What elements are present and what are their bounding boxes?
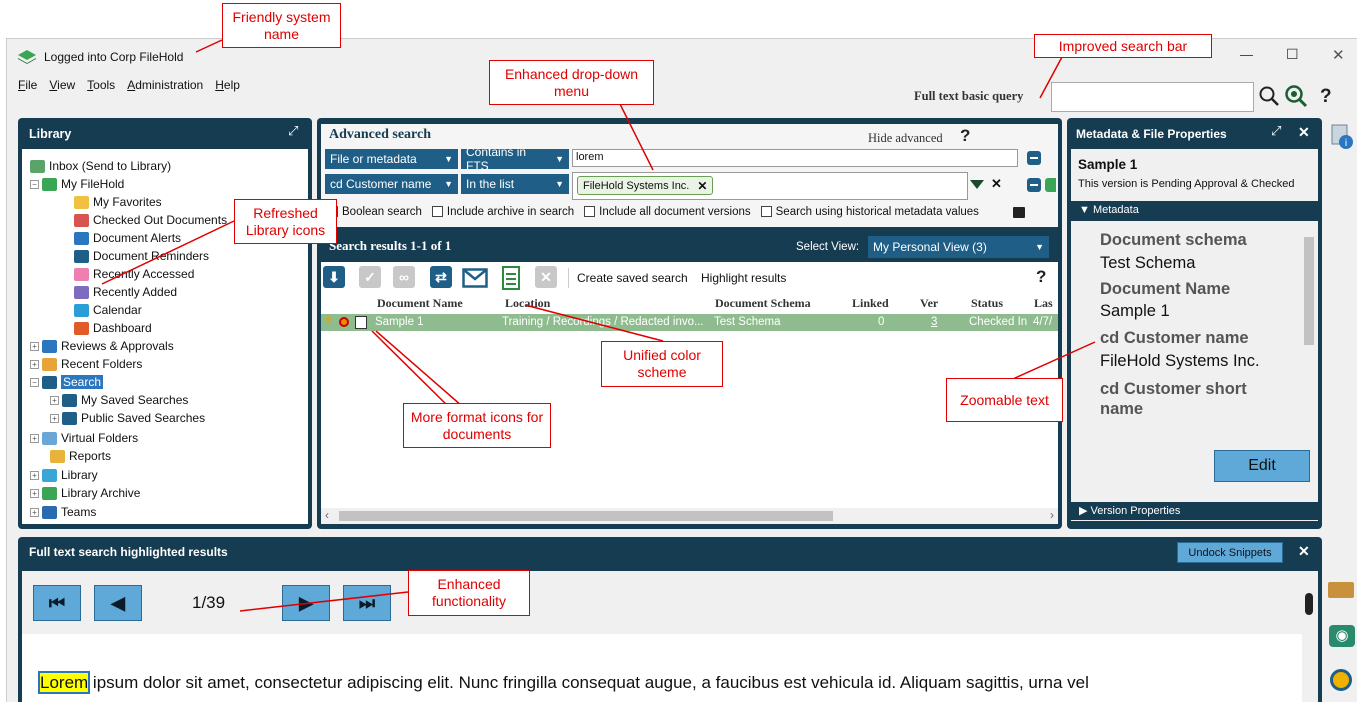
annotation-search-bar: Improved search bar — [1034, 34, 1212, 58]
annotation-friendly-name: Friendly system name — [222, 3, 341, 48]
annotation-zoomable: Zoomable text — [946, 378, 1063, 422]
annotation-library-icons: Refreshed Library icons — [234, 199, 337, 244]
annotation-color-scheme: Unified color scheme — [601, 341, 723, 387]
annotation-dropdown: Enhanced drop-down menu — [489, 60, 654, 105]
annotation-format-icons: More format icons for documents — [403, 403, 551, 448]
annotation-functionality: Enhanced functionality — [408, 570, 530, 616]
